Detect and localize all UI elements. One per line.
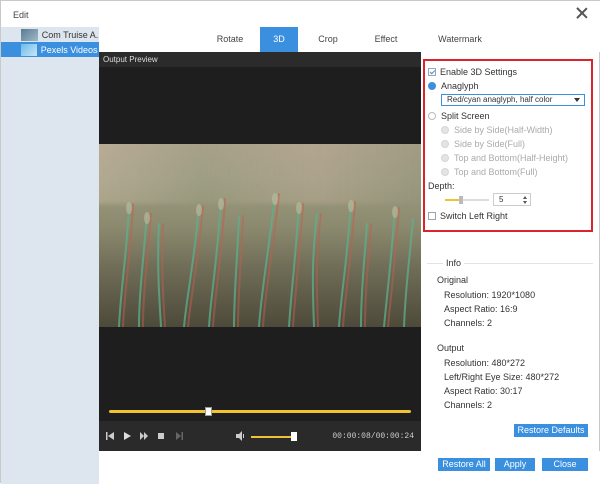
original-resolution: Resolution: 1920*1080	[444, 290, 536, 300]
close-icon[interactable]	[575, 6, 589, 20]
fast-forward-icon[interactable]	[140, 431, 149, 441]
depth-slider[interactable]	[445, 196, 489, 204]
split-option-radio[interactable]	[441, 168, 449, 176]
original-channels: Channels: 2	[444, 318, 493, 328]
skip-back-icon[interactable]	[106, 431, 115, 441]
switch-left-right-checkbox[interactable]	[428, 212, 436, 220]
split-option-top-full[interactable]: Top and Bottom(Full)	[441, 167, 538, 177]
output-resolution: Resolution: 480*272	[444, 358, 526, 368]
window-title: Edit	[13, 10, 29, 20]
anaglyph-type-value: Red/cyan anaglyph, half color	[447, 95, 553, 104]
file-name: Com Truise A...	[41, 29, 99, 40]
anaglyph-type-select[interactable]: Red/cyan anaglyph, half color	[441, 94, 585, 106]
switch-left-right-label: Switch Left Right	[440, 211, 508, 221]
title-bar: Edit	[1, 1, 600, 27]
stepper-down-icon[interactable]	[523, 201, 527, 204]
split-screen-label: Split Screen	[441, 111, 490, 121]
tab-crop[interactable]: Crop	[308, 27, 348, 52]
restore-all-button[interactable]: Restore All	[438, 458, 490, 471]
anaglyph-radio[interactable]	[428, 82, 436, 90]
output-preview-header: Output Preview	[99, 52, 421, 67]
video-thumbnail	[21, 43, 37, 56]
timecode: 00:00:08/00:00:24	[332, 432, 414, 441]
anaglyph-row[interactable]: Anaglyph	[428, 81, 479, 91]
split-option-side-full[interactable]: Side by Side(Full)	[441, 139, 525, 149]
apply-button[interactable]: Apply	[495, 458, 535, 471]
depth-slider-handle[interactable]	[459, 196, 463, 204]
stepper-up-icon[interactable]	[523, 196, 527, 199]
split-option-side-half[interactable]: Side by Side(Half-Width)	[441, 125, 553, 135]
tab-effect[interactable]: Effect	[365, 27, 407, 52]
split-option-radio[interactable]	[441, 126, 449, 134]
file-list: Com Truise A... Pexels Videos ...	[1, 27, 99, 484]
edit-window: Edit Com Truise A... Pexels Videos ... R…	[0, 0, 600, 484]
volume-icon[interactable]	[236, 431, 245, 441]
seek-bar[interactable]	[109, 410, 411, 413]
stop-icon[interactable]	[157, 431, 166, 441]
volume-handle[interactable]	[291, 432, 297, 441]
info-title: Info	[443, 258, 465, 268]
playback-controls: 00:00:08/00:00:24	[99, 421, 421, 451]
anaglyph-label: Anaglyph	[441, 81, 479, 91]
output-aspect-ratio: Aspect Ratio: 30:17	[444, 386, 523, 396]
tab-3d[interactable]: 3D	[260, 27, 298, 52]
enable-3d-label: Enable 3D Settings	[440, 67, 518, 77]
video-preview	[99, 67, 421, 421]
skip-forward-icon[interactable]	[175, 431, 184, 441]
switch-left-right-row[interactable]: Switch Left Right	[428, 211, 508, 221]
close-button[interactable]: Close	[542, 458, 588, 471]
seek-handle[interactable]	[205, 407, 212, 416]
chevron-down-icon	[574, 98, 580, 102]
split-screen-radio[interactable]	[428, 112, 436, 120]
play-icon[interactable]	[123, 431, 132, 441]
file-item-pexels-videos[interactable]: Pexels Videos ...	[1, 42, 99, 57]
split-screen-row[interactable]: Split Screen	[428, 111, 490, 121]
enable-3d-checkbox[interactable]	[428, 68, 436, 76]
output-channels: Channels: 2	[444, 400, 493, 410]
grass-anaglyph-image	[118, 193, 414, 327]
video-frame	[99, 144, 421, 327]
depth-value: 5	[499, 195, 504, 204]
split-option-top-half[interactable]: Top and Bottom(Half-Height)	[441, 153, 568, 163]
original-aspect-ratio: Aspect Ratio: 16:9	[444, 304, 518, 314]
restore-defaults-button[interactable]: Restore Defaults	[514, 424, 588, 437]
edit-tabs: Rotate 3D Crop Effect Watermark	[99, 27, 600, 52]
split-option-radio[interactable]	[441, 140, 449, 148]
depth-stepper[interactable]: 5	[493, 193, 531, 206]
file-name: Pexels Videos ...	[40, 44, 99, 55]
tab-watermark[interactable]: Watermark	[429, 27, 491, 52]
output-heading: Output	[437, 343, 465, 353]
split-option-radio[interactable]	[441, 154, 449, 162]
tab-rotate[interactable]: Rotate	[197, 27, 263, 52]
output-eye-size: Left/Right Eye Size: 480*272	[444, 372, 560, 382]
video-thumbnail	[21, 28, 38, 41]
original-heading: Original	[437, 275, 469, 285]
file-item-com-truise[interactable]: Com Truise A...	[1, 27, 99, 42]
enable-3d-row[interactable]: Enable 3D Settings	[428, 67, 517, 77]
depth-label: Depth:	[428, 181, 455, 191]
